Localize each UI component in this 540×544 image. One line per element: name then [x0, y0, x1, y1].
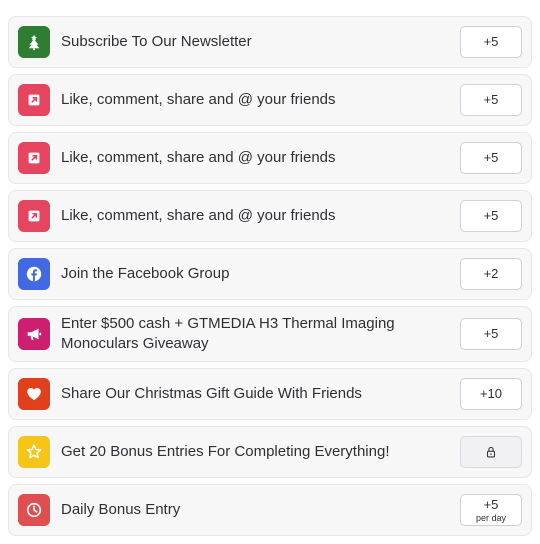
- heart-icon: [18, 378, 50, 410]
- entry-row-bonus-complete[interactable]: Get 20 Bonus Entries For Completing Ever…: [8, 426, 532, 478]
- points-value: +10: [479, 386, 503, 401]
- megaphone-icon: [18, 318, 50, 350]
- entry-label: Like, comment, share and @ your friends: [61, 207, 336, 224]
- points-badge[interactable]: +5 per day: [460, 494, 522, 526]
- christmas-tree-icon: [18, 26, 50, 58]
- external-link-icon: [18, 142, 50, 174]
- points-value: +5: [483, 92, 499, 107]
- points-frequency: per day: [475, 512, 507, 523]
- entry-label: Get 20 Bonus Entries For Completing Ever…: [61, 443, 390, 460]
- points-value: +5: [483, 34, 499, 49]
- points-value: +2: [483, 266, 499, 281]
- external-link-icon: [18, 84, 50, 116]
- points-badge[interactable]: +2: [460, 258, 522, 290]
- points-badge[interactable]: +5: [460, 200, 522, 232]
- facebook-icon: [18, 258, 50, 290]
- points-value: +5: [483, 208, 499, 223]
- entry-row-social-share[interactable]: Like, comment, share and @ your friends …: [8, 132, 532, 184]
- points-badge[interactable]: +5: [460, 318, 522, 350]
- entry-label: Daily Bonus Entry: [61, 501, 181, 518]
- entry-row-gift-guide[interactable]: Share Our Christmas Gift Guide With Frie…: [8, 368, 532, 420]
- points-badge[interactable]: +5: [460, 142, 522, 174]
- entry-row-newsletter[interactable]: Subscribe To Our Newsletter +5: [8, 16, 532, 68]
- entry-method-list: Subscribe To Our Newsletter +5 Like, com…: [8, 16, 532, 542]
- entry-label: Enter $500 cash + GTMEDIA H3 Thermal Ima…: [61, 315, 395, 352]
- entry-label: Like, comment, share and @ your friends: [61, 149, 336, 166]
- points-value: +5: [483, 326, 499, 341]
- entry-label: Subscribe To Our Newsletter: [61, 33, 252, 50]
- points-badge[interactable]: +5: [460, 26, 522, 58]
- entry-label: Like, comment, share and @ your friends: [61, 91, 336, 108]
- points-value: +5: [483, 150, 499, 165]
- entry-row-giveaway[interactable]: Enter $500 cash + GTMEDIA H3 Thermal Ima…: [8, 306, 532, 362]
- entry-row-social-share[interactable]: Like, comment, share and @ your friends …: [8, 190, 532, 242]
- locked-badge[interactable]: [460, 436, 522, 468]
- points-value: +5: [483, 496, 499, 512]
- entry-row-facebook-group[interactable]: Join the Facebook Group +2: [8, 248, 532, 300]
- clock-icon: [18, 494, 50, 526]
- lock-icon: [486, 446, 496, 458]
- external-link-icon: [18, 200, 50, 232]
- points-badge[interactable]: +5: [460, 84, 522, 116]
- entry-row-daily-bonus[interactable]: Daily Bonus Entry +5 per day: [8, 484, 532, 536]
- entry-label: Share Our Christmas Gift Guide With Frie…: [61, 385, 362, 402]
- entry-label: Join the Facebook Group: [61, 265, 230, 282]
- points-badge[interactable]: +10: [460, 378, 522, 410]
- star-icon: [18, 436, 50, 468]
- entry-row-social-share[interactable]: Like, comment, share and @ your friends …: [8, 74, 532, 126]
